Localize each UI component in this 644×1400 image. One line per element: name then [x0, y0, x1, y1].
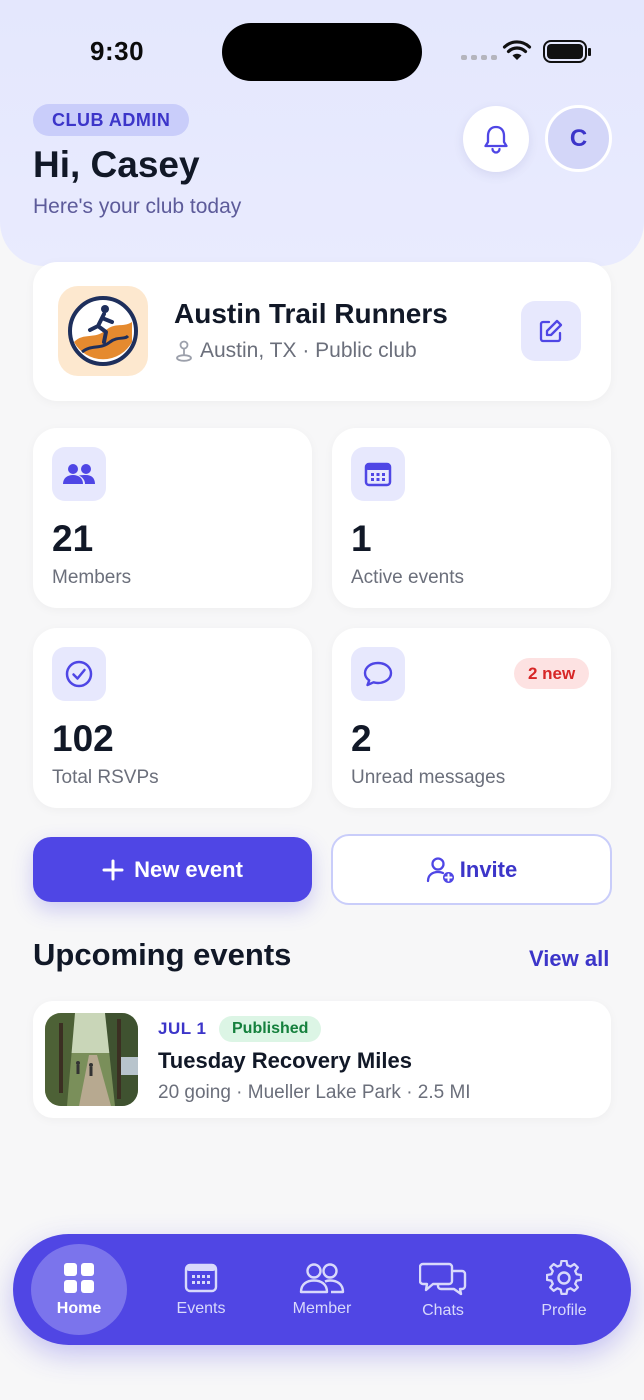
- tab-events-label: Events: [176, 1299, 226, 1317]
- active-events-label: Active events: [351, 567, 464, 588]
- tab-profile[interactable]: Profile: [516, 1244, 612, 1335]
- chats-icon: [419, 1262, 467, 1295]
- club-name: Austin Trail Runners: [174, 298, 448, 329]
- battery-icon: [543, 40, 591, 63]
- upcoming-events-title: Upcoming events: [33, 937, 292, 972]
- stat-card-active-events[interactable]: 1 Active events: [332, 428, 611, 608]
- members-label: Members: [52, 567, 132, 588]
- invite-button[interactable]: Invite: [331, 834, 612, 905]
- greeting: Hi, Casey: [33, 144, 200, 185]
- runner-logo-icon: [68, 296, 138, 366]
- cellular-signal-icon: [461, 55, 497, 60]
- stat-card-members[interactable]: 21 Members: [33, 428, 312, 608]
- location-pin-icon: [176, 340, 192, 362]
- avatar-initial: C: [569, 124, 588, 152]
- members-icon: [299, 1262, 345, 1293]
- active-events-count: 1: [351, 518, 372, 559]
- club-logo: [58, 286, 148, 376]
- stat-card-rsvps[interactable]: 102 Total RSVPs: [33, 628, 312, 808]
- members-count: 21: [52, 518, 94, 559]
- new-event-label: New event: [134, 856, 243, 882]
- event-card[interactable]: JUL 1 Published Tuesday Recovery Miles 2…: [33, 1001, 611, 1118]
- event-title: Tuesday Recovery Miles: [158, 1048, 412, 1073]
- club-card[interactable]: Austin Trail Runners Austin, TX · Public…: [33, 262, 611, 401]
- tab-bar: Home Events Member Chats Profile: [13, 1234, 631, 1345]
- tab-chats[interactable]: Chats: [395, 1244, 491, 1335]
- status-time: 9:30: [90, 36, 145, 66]
- rsvps-count: 102: [52, 718, 114, 759]
- tab-member[interactable]: Member: [274, 1244, 370, 1335]
- members-icon: [52, 447, 106, 501]
- calendar-icon: [351, 447, 405, 501]
- tab-home-label: Home: [56, 1299, 102, 1317]
- wifi-icon: [502, 40, 532, 60]
- event-meta: 20 going · Mueller Lake Park · 2.5 MI: [158, 1082, 471, 1103]
- messages-label: Unread messages: [351, 767, 506, 788]
- plus-icon: [102, 859, 124, 880]
- new-event-button[interactable]: New event: [33, 837, 312, 902]
- avatar[interactable]: C: [545, 105, 612, 172]
- bell-icon: [484, 125, 508, 154]
- tab-home[interactable]: Home: [31, 1244, 127, 1335]
- view-all-link[interactable]: View all: [529, 946, 609, 972]
- edit-club-button[interactable]: [521, 301, 581, 361]
- event-status-badge: Published: [219, 1016, 322, 1042]
- stat-card-messages[interactable]: 2 new 2 Unread messages: [332, 628, 611, 808]
- club-meta-text: Austin, TX · Public club: [200, 339, 417, 362]
- chat-bubble-icon: [351, 647, 405, 701]
- sub-greeting: Here's your club today: [33, 195, 242, 218]
- unread-badge: 2 new: [514, 658, 590, 689]
- gear-icon: [546, 1259, 582, 1295]
- grid-icon: [64, 1262, 94, 1293]
- club-meta: Austin, TX · Public club: [174, 339, 417, 363]
- calendar-icon: [184, 1263, 218, 1292]
- dynamic-island: [222, 23, 422, 81]
- tab-member-label: Member: [292, 1299, 352, 1317]
- tab-profile-label: Profile: [541, 1301, 587, 1319]
- tab-chats-label: Chats: [422, 1301, 464, 1319]
- role-badge: CLUB ADMIN: [33, 104, 190, 136]
- header: 9:30 CLUB ADMIN Hi, Casey Here's your cl…: [0, 0, 644, 266]
- check-circle-icon: [52, 647, 106, 701]
- messages-count: 2: [351, 718, 372, 759]
- event-thumbnail: [45, 1013, 138, 1106]
- tab-events[interactable]: Events: [153, 1244, 249, 1335]
- invite-label: Invite: [459, 856, 518, 882]
- notifications-button[interactable]: [463, 106, 529, 172]
- event-date: JUL 1: [158, 1019, 207, 1038]
- rsvps-label: Total RSVPs: [52, 767, 159, 788]
- edit-icon: [539, 319, 563, 343]
- add-user-icon: [426, 856, 454, 883]
